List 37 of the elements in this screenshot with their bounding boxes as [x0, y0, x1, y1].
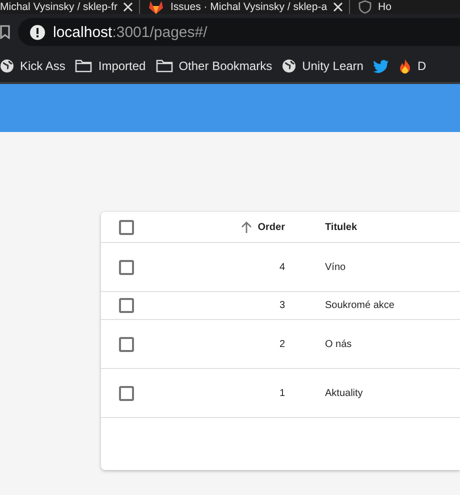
address-bar[interactable]: localhost:3001/pages#/ [18, 18, 460, 46]
bookmark-item[interactable]: Imported [75, 59, 146, 73]
bookmark-item[interactable]: Kick Ass [0, 59, 66, 73]
bird-icon[interactable] [373, 60, 390, 72]
checkbox[interactable] [119, 298, 134, 313]
info-icon [30, 24, 45, 40]
bookmark-item[interactable]: D [399, 58, 426, 74]
bookmark-item[interactable]: Unity Learn [282, 59, 364, 73]
table-cell: 1 [279, 388, 285, 398]
browser-tab[interactable]: Michal Vysinsky / sklep-fr [0, 0, 140, 14]
table-cell: Víno [325, 262, 346, 272]
fire-icon [399, 58, 412, 74]
column-header[interactable]: Order [258, 222, 285, 232]
checkbox[interactable] [119, 336, 134, 352]
checkbox[interactable] [119, 220, 134, 234]
folder-icon [75, 59, 92, 73]
browser-tab[interactable]: Ho [350, 0, 398, 14]
browser-tab[interactable]: Issues · Michal Vysinsky / sklep-a [140, 0, 350, 14]
fox-icon [148, 0, 164, 14]
bookmark-item[interactable]: Other Bookmarks [156, 59, 272, 73]
column-header[interactable]: Titulek [325, 222, 358, 232]
checkbox[interactable] [119, 260, 134, 274]
checkbox[interactable] [119, 386, 134, 400]
close-icon[interactable] [123, 2, 134, 12]
folder-icon [156, 59, 173, 73]
bookmark-icon[interactable] [0, 25, 10, 39]
close-icon[interactable] [333, 2, 344, 12]
table-cell: O nás [325, 338, 352, 350]
shield-icon [358, 0, 372, 14]
table-cell: Soukromé akce [325, 300, 394, 311]
globe-icon [0, 59, 14, 73]
table-cell: 3 [279, 300, 285, 311]
table-cell: 4 [279, 262, 285, 272]
table-cell: 2 [279, 338, 285, 350]
table-cell: Aktuality [325, 388, 363, 398]
globe-icon [282, 59, 296, 73]
sort-up-icon[interactable] [240, 221, 252, 233]
